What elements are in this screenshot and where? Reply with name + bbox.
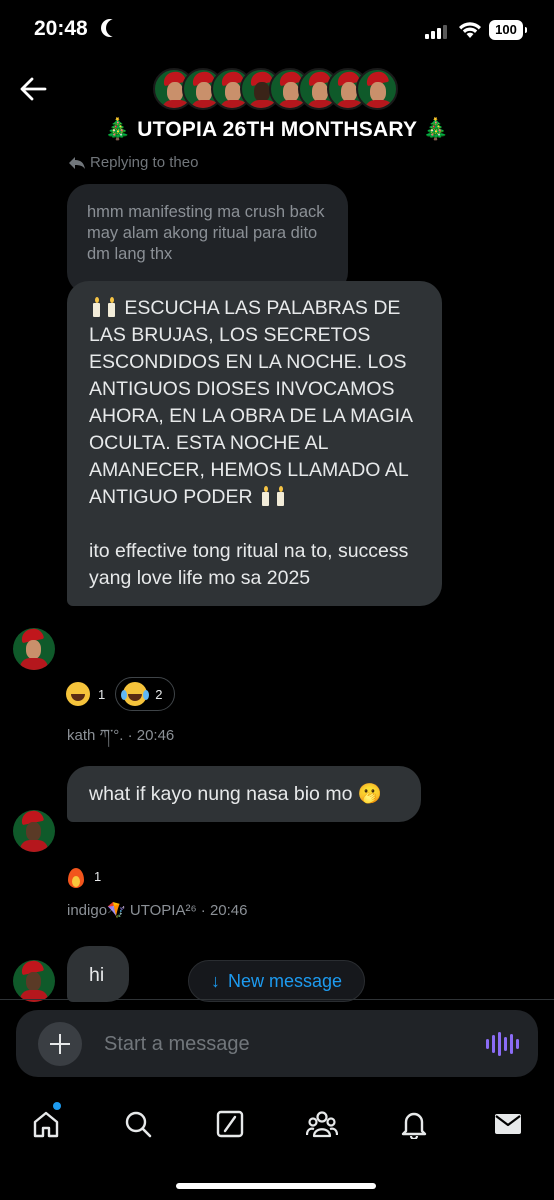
reply-arrow-icon — [69, 156, 85, 169]
grok-icon — [216, 1110, 244, 1138]
wifi-icon — [459, 22, 481, 38]
voice-message-icon[interactable] — [486, 1032, 519, 1056]
sender-avatar[interactable] — [13, 810, 55, 852]
home-icon — [33, 1111, 59, 1138]
add-attachment-button[interactable] — [38, 1022, 82, 1066]
bottom-tab-bar — [0, 1090, 554, 1156]
tab-home[interactable] — [24, 1102, 68, 1146]
new-message-label: New message — [227, 970, 343, 991]
divider — [0, 999, 554, 1000]
message-meta: indigo🪁 UTOPIA²⁶ · 20:46 — [67, 902, 248, 919]
message-bubble[interactable]: hi — [67, 946, 129, 1002]
cellular-signal-icon — [425, 24, 447, 39]
tab-notifications[interactable] — [392, 1102, 436, 1146]
message-reactions: 1 2 — [66, 677, 176, 711]
search-icon — [125, 1111, 152, 1138]
message-paragraph: ito effective tong ritual na to, success… — [89, 540, 409, 589]
quoted-message[interactable]: hmm manifesting ma crush back may alam a… — [67, 184, 348, 294]
message-meta: kath ཀ་°. · 20:46 — [67, 727, 175, 744]
message-paragraph: ESCUCHA LAS PALABRAS DE LAS BRUJAS, LOS … — [89, 295, 420, 511]
fire-emoji — [66, 864, 86, 888]
communities-icon — [306, 1111, 338, 1138]
reaction-count: 1 — [98, 686, 106, 702]
candle-emoji — [105, 297, 118, 317]
group-member-avatars[interactable] — [153, 68, 403, 110]
candle-emoji — [274, 486, 287, 506]
message-input[interactable] — [104, 1028, 464, 1060]
reaction-tears-of-joy[interactable]: 2 — [115, 677, 176, 711]
reaction-count: 1 — [94, 868, 102, 884]
sender-avatar[interactable] — [13, 628, 55, 670]
spell-text: ESCUCHA LAS PALABRAS DE LAS BRUJAS, LOS … — [89, 297, 412, 508]
message-bubble[interactable]: ESCUCHA LAS PALABRAS DE LAS BRUJAS, LOS … — [67, 281, 442, 606]
group-title[interactable]: 🎄 UTOPIA 26TH MONTHSARY 🎄 — [0, 118, 554, 142]
tab-grok[interactable] — [208, 1102, 252, 1146]
notifications-bell-icon — [401, 1112, 427, 1139]
home-notification-dot — [53, 1102, 61, 1110]
tab-communities[interactable] — [300, 1102, 344, 1146]
back-arrow-icon[interactable] — [18, 76, 48, 102]
status-time: 20:48 — [34, 17, 88, 40]
down-arrow-icon: ↓ — [210, 970, 220, 991]
reaction-count: 2 — [155, 686, 163, 702]
candle-emoji — [90, 297, 103, 317]
message-composer — [16, 1010, 538, 1077]
status-bar: 20:48 100 — [0, 0, 554, 62]
tears-of-joy-emoji — [121, 682, 148, 706]
focus-moon-icon — [106, 19, 124, 37]
reaction-grinning-squint[interactable]: 1 — [66, 677, 105, 711]
battery-indicator: 100 — [489, 20, 527, 40]
reaction-fire[interactable]: 1 — [66, 859, 101, 893]
reply-context: Replying to theo — [68, 154, 198, 171]
sender-avatar[interactable] — [13, 960, 55, 1002]
replying-to-label: Replying to theo — [90, 154, 199, 171]
new-message-button[interactable]: ↓ New message — [188, 960, 365, 1002]
message-reactions: 1 — [66, 859, 101, 893]
messages-envelope-icon — [495, 1114, 521, 1134]
tab-messages[interactable] — [486, 1102, 530, 1146]
message-bubble[interactable]: what if kayo nung nasa bio mo 🫢 — [67, 766, 421, 822]
grinning-squint-emoji — [66, 682, 90, 706]
home-indicator[interactable] — [176, 1183, 376, 1189]
tab-search[interactable] — [116, 1102, 160, 1146]
candle-emoji — [259, 486, 272, 506]
